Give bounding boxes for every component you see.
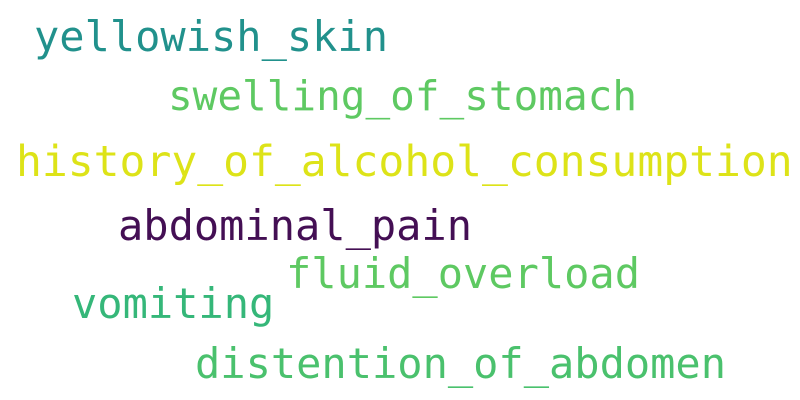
word-swelling-of-stomach: swelling_of_stomach <box>168 72 637 120</box>
word-distention-of-abdomen: distention_of_abdomen <box>195 339 727 388</box>
word-yellowish-skin: yellowish_skin <box>34 12 389 61</box>
word-fluid-overload: fluid_overload <box>286 249 641 298</box>
word-cloud: yellowish_skin swelling_of_stomach histo… <box>0 0 800 400</box>
word-vomiting: vomiting <box>72 279 275 328</box>
word-abdominal-pain: abdominal_pain <box>118 201 473 250</box>
word-history-of-alcohol-consumption: history_of_alcohol_consumption <box>16 137 793 187</box>
